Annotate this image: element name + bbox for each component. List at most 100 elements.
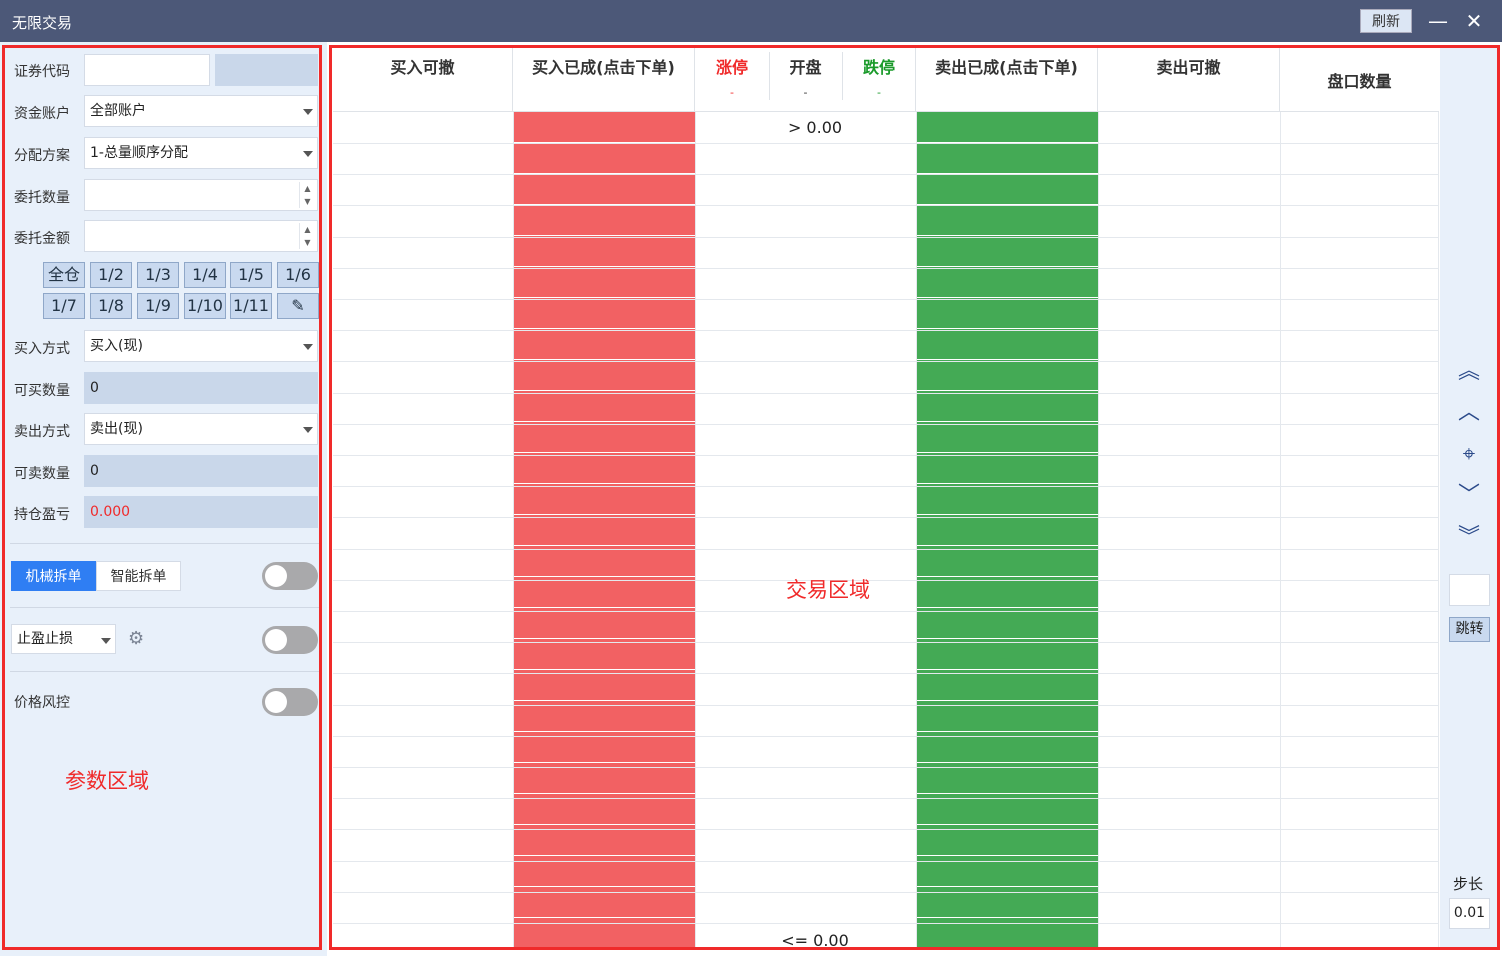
tpsl-toggle[interactable] [262, 626, 318, 654]
row-line [333, 361, 1439, 362]
fraction-button[interactable]: 1/7 [43, 293, 85, 319]
account-select[interactable]: 全部账户 [84, 95, 318, 127]
pnl-label: 持仓盈亏 [14, 507, 70, 523]
account-label: 资金账户 [14, 106, 70, 122]
fraction-button[interactable]: 1/11 [230, 293, 272, 319]
step-down-icon[interactable]: ▼ [300, 195, 315, 208]
header-text: 卖出已成(点击下单) [935, 58, 1078, 77]
fraction-button[interactable]: 1/8 [90, 293, 132, 319]
step-input[interactable]: 0.01 [1449, 898, 1490, 929]
row-line [333, 736, 1439, 737]
fraction-button[interactable]: 1/9 [137, 293, 179, 319]
header-price-group: 涨停 - 开盘 - 跌停 - [695, 48, 916, 112]
price-risk-toggle[interactable] [262, 688, 318, 716]
row-line [333, 673, 1439, 674]
alloc-label: 分配方案 [14, 148, 70, 164]
row-line [333, 174, 1439, 175]
locate-icon[interactable]: ⌖ [1455, 441, 1483, 469]
sell-mode-label: 卖出方式 [14, 424, 70, 440]
divider [10, 543, 320, 544]
double-down-icon[interactable]: ︾ [1455, 524, 1483, 552]
row-line [333, 486, 1439, 487]
tpsl-value: 止盈止损 [17, 631, 73, 647]
down-icon[interactable]: ﹀ [1455, 482, 1483, 510]
price-risk-label: 价格风控 [14, 695, 70, 711]
tpsl-select[interactable]: 止盈止损 [11, 624, 116, 654]
security-code-input[interactable] [84, 54, 210, 86]
fraction-button[interactable]: 1/4 [184, 262, 226, 288]
row-line [333, 798, 1439, 799]
step-label: 步长 [1453, 875, 1484, 893]
sellable-label: 可卖数量 [14, 466, 70, 482]
limit-up-label: 涨停 [715, 58, 748, 77]
qty-stepper[interactable]: ▲ ▼ [299, 182, 315, 208]
double-up-icon[interactable]: ︽ [1455, 358, 1483, 386]
row-line [333, 268, 1439, 269]
param-area-label: 参数区域 [65, 769, 149, 793]
header-text: 盘口数量 [1327, 72, 1392, 91]
toggle-knob [265, 691, 287, 713]
smart-split-tab[interactable]: 智能拆单 [96, 561, 181, 591]
step-up-icon[interactable]: ▲ [300, 223, 315, 236]
fraction-button[interactable]: 1/10 [184, 293, 226, 319]
amount-input[interactable]: ▲ ▼ [84, 220, 318, 252]
buyable-field: 0 [84, 372, 318, 404]
step-up-icon[interactable]: ▲ [300, 182, 315, 195]
up-icon[interactable]: ︿ [1455, 399, 1483, 427]
fraction-button[interactable]: 1/3 [137, 262, 179, 288]
row-line [333, 424, 1439, 425]
edit-fraction-button[interactable]: ✎ [277, 293, 319, 319]
security-code-label: 证券代码 [14, 64, 70, 80]
divider [10, 671, 320, 672]
split-toggle[interactable] [262, 562, 318, 590]
column-line [916, 112, 917, 950]
refresh-button[interactable]: 刷新 [1360, 9, 1412, 33]
jump-button[interactable]: 跳转 [1449, 617, 1490, 642]
sell-mode-value: 卖出(现) [90, 421, 143, 437]
mech-split-tab[interactable]: 机械拆单 [11, 561, 96, 591]
row-line [333, 393, 1439, 394]
trade-area-label: 交易区域 [786, 578, 870, 602]
fraction-button[interactable]: 全仓 [43, 262, 85, 288]
fraction-button[interactable]: 1/2 [90, 262, 132, 288]
pencil-icon: ✎ [291, 296, 305, 315]
header-text: 买入已成(点击下单) [532, 58, 675, 77]
account-value: 全部账户 [90, 103, 146, 119]
title-bar: 无限交易 刷新 — ✕ [0, 0, 1502, 42]
column-line [1438, 112, 1439, 950]
row-line [333, 611, 1439, 612]
qty-input[interactable]: ▲ ▼ [84, 179, 318, 211]
pnl-field: 0.000 [84, 496, 318, 528]
amount-stepper[interactable]: ▲ ▼ [299, 223, 315, 249]
row-line [333, 642, 1439, 643]
gear-icon[interactable]: ⚙ [128, 628, 144, 649]
jump-input[interactable] [1449, 574, 1490, 606]
step-down-icon[interactable]: ▼ [300, 236, 315, 249]
header-buy-cancel: 买入可撤 [333, 48, 513, 112]
header-limit-up: 涨停 - [695, 48, 769, 102]
column-line [1280, 112, 1281, 950]
chevron-down-icon [303, 109, 313, 115]
header-book-qty: 盘口数量 [1280, 48, 1439, 112]
buyable-label: 可买数量 [14, 383, 70, 399]
sell-mode-select[interactable]: 卖出(现) [84, 413, 318, 445]
row-line [333, 580, 1439, 581]
row-line [333, 861, 1439, 862]
toggle-knob [265, 565, 287, 587]
row-line [333, 549, 1439, 550]
alloc-select[interactable]: 1-总量顺序分配 [84, 137, 318, 169]
row-line [333, 767, 1439, 768]
fraction-button[interactable]: 1/5 [230, 262, 272, 288]
column-line [695, 112, 696, 950]
row-line [333, 205, 1439, 206]
fraction-button[interactable]: 1/6 [277, 262, 319, 288]
header-text: 卖出可撤 [1156, 58, 1221, 77]
minimize-icon[interactable]: — [1426, 8, 1450, 34]
trade-ladder [327, 42, 1502, 956]
buy-mode-select[interactable]: 买入(现) [84, 330, 318, 362]
top-price: > 0.00 [787, 118, 843, 137]
column-line [513, 112, 514, 950]
row-line [333, 455, 1439, 456]
close-icon[interactable]: ✕ [1462, 8, 1486, 34]
chevron-down-icon [303, 427, 313, 433]
